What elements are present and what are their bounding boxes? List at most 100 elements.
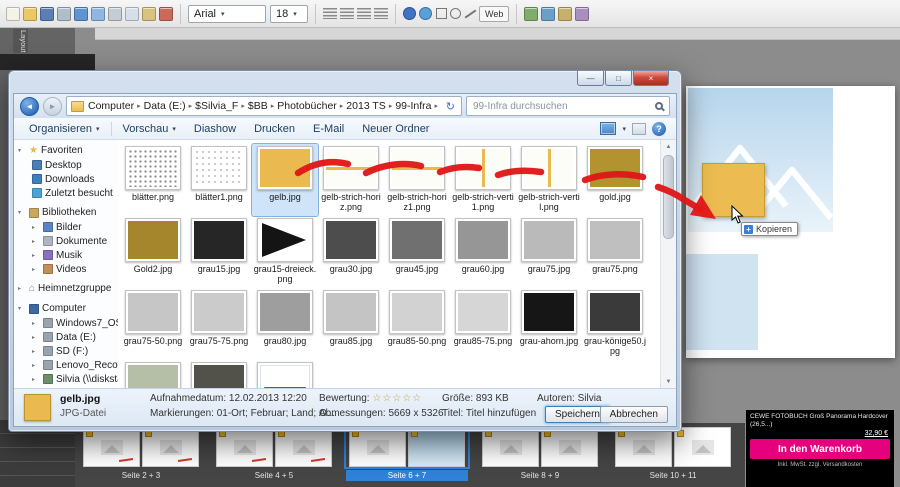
minimize-button[interactable]: — — [577, 71, 604, 86]
file-item-grau15.jpg[interactable]: grau15.jpg — [186, 216, 252, 288]
align-left-icon[interactable] — [323, 8, 337, 19]
breadcrumb-item[interactable]: $BB — [246, 100, 270, 112]
web-mode-button[interactable]: Web — [479, 6, 509, 22]
breadcrumb-item[interactable]: Computer — [86, 100, 136, 112]
sidebar-item-data-e-[interactable]: ▸Data (E:) — [18, 330, 118, 344]
file-item-grau-ahorn.jpg[interactable]: grau-ahorn.jpg — [516, 288, 582, 360]
sidebar-group-computer[interactable]: ▾Computer — [18, 301, 118, 316]
file-item-gelb-strich-horiz.png[interactable]: gelb-strich-horiz.png — [318, 144, 384, 216]
filmstrip-spread[interactable]: Seite 4 + 5 — [213, 427, 335, 481]
file-item-grau-könige50.jpg[interactable]: grau-könige50.jpg — [582, 288, 648, 360]
close-button[interactable]: × — [633, 71, 669, 86]
sidebar-item-dokumente[interactable]: ▸Dokumente — [18, 234, 118, 248]
search-box[interactable] — [466, 96, 670, 116]
sidebar-item-windows7-os-c-[interactable]: ▸Windows7_OS (C:) — [18, 316, 118, 330]
expander-icon[interactable]: ▾ — [18, 305, 26, 312]
paste-icon[interactable] — [142, 7, 156, 21]
file-item-grau85-50.png[interactable]: grau85-50.png — [384, 288, 450, 360]
refresh-icon[interactable]: ↻ — [446, 100, 457, 113]
sidebar-item-musik[interactable]: ▸Musik — [18, 248, 118, 262]
scrollbar[interactable]: ▲ ▼ — [660, 140, 676, 388]
sidebar-item-downloads[interactable]: Downloads — [18, 172, 118, 186]
align-center-icon[interactable] — [340, 8, 354, 19]
breadcrumb-item[interactable]: Photobücher — [275, 100, 339, 112]
align-justify-icon[interactable] — [374, 8, 388, 19]
sidebar-item-desktop[interactable]: Desktop — [18, 158, 118, 172]
sidebar-group-favoriten[interactable]: ▾★Favoriten — [18, 143, 118, 158]
forward-button[interactable]: ► — [43, 97, 62, 116]
add-to-cart-button[interactable]: In den Warenkorb — [750, 439, 890, 459]
file-item-grau75-50.png[interactable]: grau75-50.png — [120, 288, 186, 360]
file-item-gelb-strich-horiz1.png[interactable]: gelb-strich-horiz1.png — [384, 144, 450, 216]
breadcrumb[interactable]: Computer▸Data (E:)▸$Silvia_F▸$BB▸Photobü… — [66, 96, 462, 116]
sidebar-item-zuletzt-besucht[interactable]: Zuletzt besucht — [18, 186, 118, 200]
preview-pane-icon[interactable] — [632, 123, 646, 135]
file-item-grau15-dreieck.png[interactable]: grau15-dreieck.png — [252, 216, 318, 288]
insert-image-icon[interactable] — [541, 7, 555, 21]
change-view-icon[interactable] — [600, 122, 616, 135]
breadcrumb-item[interactable]: Data (E:) — [142, 100, 188, 112]
maximize-button[interactable]: □ — [605, 71, 632, 86]
font-family-select[interactable]: Arial ▾ — [188, 5, 266, 23]
file-item-gelb-strich-vertil.png[interactable]: gelb-strich-vertil.png — [516, 144, 582, 216]
file-item-grau85-75.png[interactable]: grau85-75.png — [450, 288, 516, 360]
undo-icon[interactable] — [74, 7, 88, 21]
line-shape-icon[interactable] — [464, 8, 475, 19]
file-item-grau75-75.png[interactable]: grau75-75.png — [186, 288, 252, 360]
toolbar-button-drucken[interactable]: Drucken — [245, 118, 304, 139]
scrollbar-thumb[interactable] — [663, 155, 674, 239]
toolbar-button-vorschau[interactable]: Vorschau▾ — [114, 118, 185, 139]
sidebar-item-lenovo-recovery-[interactable]: ▸Lenovo_Recovery ( — [18, 358, 118, 372]
text-box-icon[interactable] — [558, 7, 572, 21]
redo-icon[interactable] — [91, 7, 105, 21]
filmstrip-spread[interactable]: Seite 10 + 11 — [612, 427, 734, 481]
file-item-grau80.jpg[interactable]: grau80.jpg — [252, 288, 318, 360]
print-icon[interactable] — [57, 7, 71, 21]
file-item[interactable]: PSD — [252, 360, 318, 388]
sidebar-item-silvia-diskstation[interactable]: ▸Silvia (\\diskstation — [18, 372, 118, 386]
back-button[interactable]: ◄ — [20, 97, 39, 116]
file-item[interactable] — [186, 360, 252, 388]
file-item-grau45.jpg[interactable]: grau45.jpg — [384, 216, 450, 288]
details-title[interactable]: Titel: Titel hinzufügen — [442, 408, 536, 419]
help-icon[interactable]: ? — [652, 122, 666, 136]
breadcrumb-item[interactable]: 2013 TS — [344, 100, 388, 112]
page-secondary-placeholder[interactable] — [686, 254, 758, 350]
expander-icon[interactable]: ▾ — [18, 147, 26, 154]
cut-icon[interactable] — [108, 7, 122, 21]
scroll-down-icon[interactable]: ▼ — [666, 375, 672, 388]
file-item[interactable] — [120, 360, 186, 388]
file-item-blätter.png[interactable]: blätter.png — [120, 144, 186, 216]
filmstrip-spread[interactable]: Seite 6 + 7 — [346, 427, 468, 481]
toolbar-button-organisieren[interactable]: Organisieren▾ — [20, 118, 109, 139]
collapsed-panel-bar[interactable] — [0, 54, 95, 70]
new-document-icon[interactable] — [6, 7, 20, 21]
rectangle-shape-icon[interactable] — [436, 8, 447, 19]
expander-icon[interactable]: ▸ — [18, 285, 26, 292]
expander-icon[interactable]: ▾ — [18, 209, 26, 216]
open-folder-icon[interactable] — [23, 7, 37, 21]
rating-stars-icon[interactable]: ☆☆☆☆☆ — [372, 393, 422, 404]
details-tags[interactable]: Markierungen: 01-Ort; Februar; Land; O..… — [150, 408, 335, 419]
file-item-gelb.jpg[interactable]: gelb.jpg — [252, 144, 318, 216]
sidebar-group-heimnetzgruppe[interactable]: ▸⌂Heimnetzgruppe — [18, 281, 118, 296]
file-item-grau30.jpg[interactable]: grau30.jpg — [318, 216, 384, 288]
info-icon[interactable] — [419, 7, 432, 20]
file-item-grau60.jpg[interactable]: grau60.jpg — [450, 216, 516, 288]
filmstrip-spread[interactable]: Seite 8 + 9 — [479, 427, 601, 481]
save-icon[interactable] — [40, 7, 54, 21]
file-item-Gold2.jpg[interactable]: Gold2.jpg — [120, 216, 186, 288]
file-item-blätter1.png[interactable]: blätter1.png — [186, 144, 252, 216]
file-item-gold.jpg[interactable]: gold.jpg — [582, 144, 648, 216]
file-item-grau85.jpg[interactable]: grau85.jpg — [318, 288, 384, 360]
sidebar-group-bibliotheken[interactable]: ▾Bibliotheken — [18, 205, 118, 220]
font-size-select[interactable]: 18 ▾ — [270, 5, 308, 23]
file-item-gelb-strich-verti1.png[interactable]: gelb-strich-verti1.png — [450, 144, 516, 216]
toolbar-button-neuer-ordner[interactable]: Neuer Ordner — [353, 118, 438, 139]
sidebar-item-bilder[interactable]: ▸Bilder — [18, 220, 118, 234]
filmstrip-spread[interactable]: Seite 2 + 3 — [80, 427, 202, 481]
toolbar-button-e-mail[interactable]: E-Mail — [304, 118, 353, 139]
align-right-icon[interactable] — [357, 8, 371, 19]
details-rating[interactable]: Bewertung: ☆☆☆☆☆ — [319, 393, 422, 404]
globe-icon[interactable] — [403, 7, 416, 20]
